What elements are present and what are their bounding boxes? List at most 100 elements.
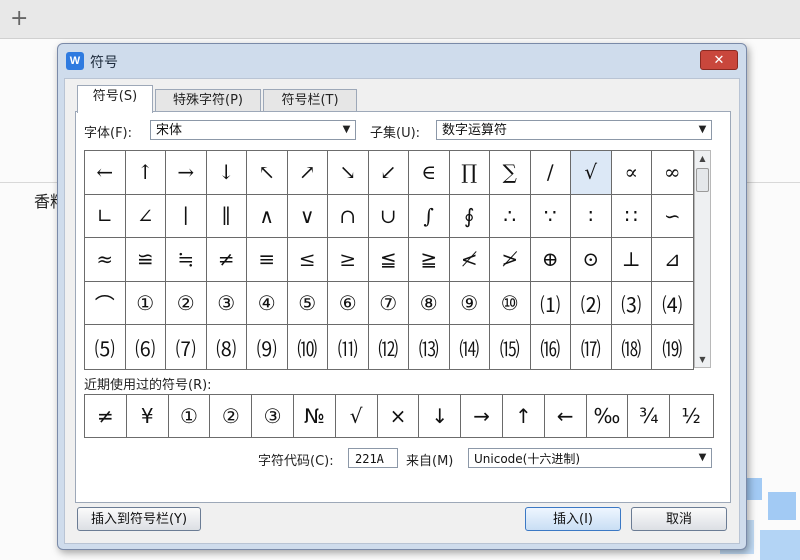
symbol-cell[interactable]: ∧	[247, 194, 288, 239]
symbol-cell[interactable]: ∠	[125, 194, 166, 239]
symbol-cell[interactable]: ⑨	[449, 281, 490, 326]
symbol-cell[interactable]: ⑹	[125, 325, 166, 369]
symbol-cell[interactable]: ⑸	[85, 325, 126, 369]
symbol-cell[interactable]: ↘	[328, 151, 369, 195]
symbol-cell[interactable]: ∕	[530, 151, 571, 195]
symbol-cell[interactable]: ∣	[166, 194, 207, 239]
symbol-cell[interactable]: ∝	[611, 151, 652, 195]
symbol-cell[interactable]: ⑴	[530, 281, 571, 326]
symbol-cell[interactable]: ⒀	[409, 325, 450, 369]
symbol-cell[interactable]: ∈	[409, 151, 450, 195]
scroll-down-arrow-icon[interactable]: ▼	[695, 352, 710, 367]
recent-symbol-cell[interactable]: ①	[169, 395, 211, 437]
recent-symbol-cell[interactable]: ←	[545, 395, 587, 437]
symbol-cell[interactable]: ⑵	[571, 281, 612, 326]
symbol-cell[interactable]: ⑺	[166, 325, 207, 369]
recent-symbol-cell[interactable]: ×	[378, 395, 420, 437]
symbol-cell[interactable]: ⊙	[571, 238, 612, 282]
symbol-cell[interactable]: ∮	[449, 194, 490, 239]
symbol-cell[interactable]: ⑦	[368, 281, 409, 326]
recent-symbol-cell[interactable]: ¾	[628, 395, 671, 437]
symbol-cell[interactable]: ∏	[449, 151, 490, 195]
symbol-cell[interactable]: ∪	[368, 194, 409, 239]
symbol-cell[interactable]: ⒄	[571, 325, 612, 369]
symbol-cell[interactable]: ②	[166, 281, 207, 326]
recent-symbol-cell[interactable]: ¥	[127, 395, 169, 437]
symbol-cell[interactable]: ↖	[247, 151, 288, 195]
symbol-cell[interactable]: ≯	[490, 238, 531, 282]
subset-select[interactable]: 数字运算符 ▼	[436, 120, 712, 140]
symbol-cell[interactable]: ∟	[85, 194, 126, 239]
symbol-cell[interactable]: ⊿	[652, 238, 693, 282]
recent-symbol-cell[interactable]: ½	[670, 395, 712, 437]
symbol-cell[interactable]: ∶	[571, 194, 612, 239]
symbol-cell[interactable]: ⒆	[652, 325, 693, 369]
symbol-cell[interactable]: ↗	[287, 151, 328, 195]
tab-special-chars[interactable]: 特殊字符(P)	[155, 89, 261, 112]
new-tab-plus-icon[interactable]: +	[10, 6, 28, 32]
symbol-cell[interactable]: ∫	[409, 194, 450, 239]
tab-symbol-bar[interactable]: 符号栏(T)	[263, 89, 357, 112]
symbol-cell[interactable]: ③	[206, 281, 247, 326]
recent-symbol-cell[interactable]: ↓	[419, 395, 462, 437]
scroll-thumb[interactable]	[696, 168, 709, 192]
symbol-cell[interactable]: ≮	[449, 238, 490, 282]
symbol-cell[interactable]: ∷	[611, 194, 652, 239]
symbol-cell[interactable]: ⑼	[247, 325, 288, 369]
symbol-cell[interactable]: ↙	[368, 151, 409, 195]
symbol-cell[interactable]: ∨	[287, 194, 328, 239]
symbol-cell[interactable]: ∩	[328, 194, 369, 239]
symbol-cell[interactable]: ⑧	[409, 281, 450, 326]
symbol-cell[interactable]: ∥	[206, 194, 247, 239]
symbol-cell[interactable]: ≤	[287, 238, 328, 282]
symbol-cell[interactable]: ≒	[166, 238, 207, 282]
symbol-cell[interactable]: →	[166, 151, 207, 195]
symbol-cell[interactable]: ⑾	[328, 325, 369, 369]
recent-symbol-cell[interactable]: ≠	[85, 395, 127, 437]
recent-symbol-cell[interactable]: ②	[210, 395, 253, 437]
symbol-cell[interactable]: ⊕	[530, 238, 571, 282]
encoding-select[interactable]: Unicode(十六进制) ▼	[468, 448, 712, 468]
symbol-cell[interactable]: ≡	[247, 238, 288, 282]
symbol-cell[interactable]: ①	[125, 281, 166, 326]
recent-symbol-cell[interactable]: →	[461, 395, 503, 437]
recent-symbol-cell[interactable]: ↑	[503, 395, 545, 437]
symbol-cell[interactable]: ⑽	[287, 325, 328, 369]
dialog-titlebar[interactable]: W 符号 ✕	[58, 44, 746, 76]
scroll-up-arrow-icon[interactable]: ▲	[695, 151, 710, 166]
symbol-cell[interactable]: ⑶	[611, 281, 652, 326]
symbol-cell[interactable]: ∵	[530, 194, 571, 239]
symbol-cell[interactable]: ⑩	[490, 281, 531, 326]
insert-to-symbol-bar-button[interactable]: 插入到符号栏(Y)	[77, 507, 201, 531]
cancel-button[interactable]: 取消	[631, 507, 727, 531]
symbol-cell[interactable]: ≈	[85, 238, 126, 282]
recent-symbol-cell[interactable]: ‰	[587, 395, 629, 437]
char-code-input[interactable]: 221A	[348, 448, 398, 468]
symbol-cell[interactable]: ≧	[409, 238, 450, 282]
symbol-cell[interactable]: ⒁	[449, 325, 490, 369]
recent-symbol-cell[interactable]: №	[294, 395, 336, 437]
symbol-cell[interactable]: ∞	[652, 151, 693, 195]
symbol-cell[interactable]: ⑤	[287, 281, 328, 326]
symbol-cell[interactable]: ⒂	[490, 325, 531, 369]
symbol-cell[interactable]: ↓	[206, 151, 247, 195]
symbol-cell[interactable]: ≦	[368, 238, 409, 282]
symbol-cell[interactable]: ⑻	[206, 325, 247, 369]
tab-symbols[interactable]: 符号(S)	[77, 85, 153, 113]
symbol-cell[interactable]: ⑥	[328, 281, 369, 326]
symbol-cell[interactable]: ⒅	[611, 325, 652, 369]
symbol-cell[interactable]: ⒃	[530, 325, 571, 369]
symbol-cell[interactable]: ∽	[652, 194, 693, 239]
symbol-cell[interactable]: √	[571, 151, 612, 195]
symbol-cell[interactable]: ④	[247, 281, 288, 326]
symbol-cell[interactable]: ⑷	[652, 281, 693, 326]
symbol-grid-scrollbar[interactable]: ▲ ▼	[694, 150, 711, 368]
chevron-down-icon[interactable]: ▼	[694, 121, 711, 139]
symbol-cell[interactable]: ∴	[490, 194, 531, 239]
symbol-cell[interactable]: ⑿	[368, 325, 409, 369]
symbol-cell[interactable]: ≌	[125, 238, 166, 282]
chevron-down-icon[interactable]: ▼	[694, 449, 711, 467]
symbol-cell[interactable]: ≥	[328, 238, 369, 282]
insert-button[interactable]: 插入(I)	[525, 507, 621, 531]
font-select[interactable]: 宋体 ▼	[150, 120, 356, 140]
